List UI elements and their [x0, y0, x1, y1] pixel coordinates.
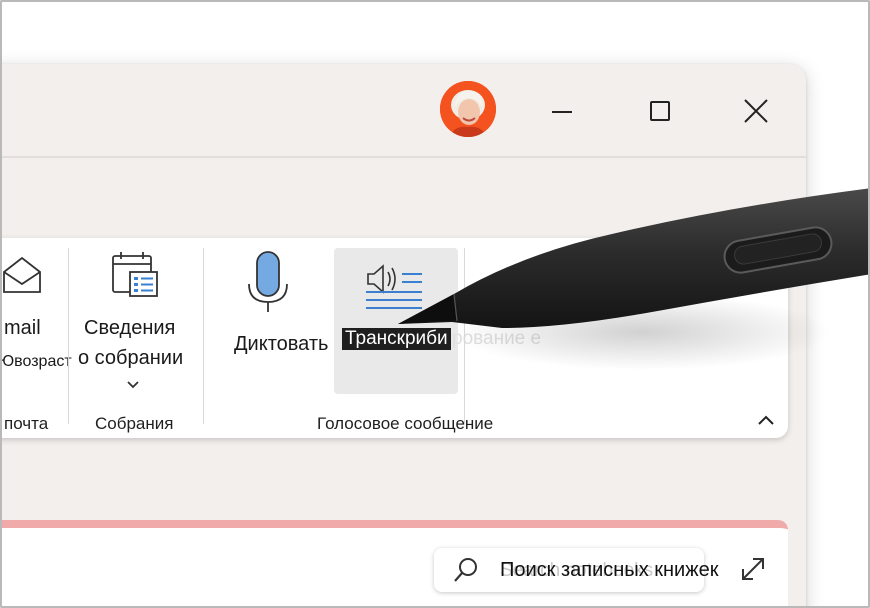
close-icon — [744, 99, 768, 123]
avatar-portrait-icon — [440, 81, 496, 137]
maximize-icon — [650, 101, 670, 121]
group-label-meetings: Собрания — [95, 414, 174, 433]
expand-diagonal-icon[interactable] — [738, 554, 768, 584]
ribbon: mail Ювозраст почта Сведения о собрании — [0, 238, 788, 438]
email-button-label: mail — [4, 317, 41, 339]
minimize-icon — [552, 111, 572, 113]
group-separator — [68, 248, 69, 424]
speaker-lines-icon — [366, 264, 422, 309]
group-separator — [464, 248, 465, 424]
search-box[interactable]: Search notebooks Поиск записных книжек — [434, 548, 718, 592]
group-separator — [203, 248, 204, 424]
screenshot-frame: mail Ювозраст почта Сведения о собрании — [0, 0, 870, 608]
group-label-email: почта — [4, 414, 49, 433]
titlebar-divider — [2, 156, 806, 158]
chevron-down-icon — [127, 381, 139, 389]
envelope-icon — [3, 256, 41, 293]
user-avatar[interactable] — [440, 81, 496, 137]
meeting-details-label-line2: о собрании — [78, 347, 184, 369]
transcribe-tooltip: Транскриби — [342, 328, 451, 350]
dictate-button-label: Диктовать — [234, 333, 329, 355]
chevron-up-icon — [758, 415, 774, 425]
maximize-button[interactable] — [640, 92, 680, 132]
search-icon — [454, 558, 477, 582]
minimize-button[interactable] — [542, 92, 582, 132]
meeting-details-label-line1: Сведения — [84, 317, 176, 339]
search-label: Поиск записных книжек — [500, 559, 719, 581]
transcribe-button[interactable] — [334, 248, 458, 394]
calendar-list-icon — [112, 252, 158, 297]
email-button-sublabel: Ювозраст — [0, 353, 72, 370]
transcribe-ghost-text: рование е — [452, 328, 542, 349]
group-label-voice: Голосовое сообщение — [317, 414, 494, 433]
microphone-icon — [248, 251, 288, 312]
collapse-ribbon-button[interactable] — [754, 410, 778, 430]
close-button[interactable] — [736, 92, 776, 132]
